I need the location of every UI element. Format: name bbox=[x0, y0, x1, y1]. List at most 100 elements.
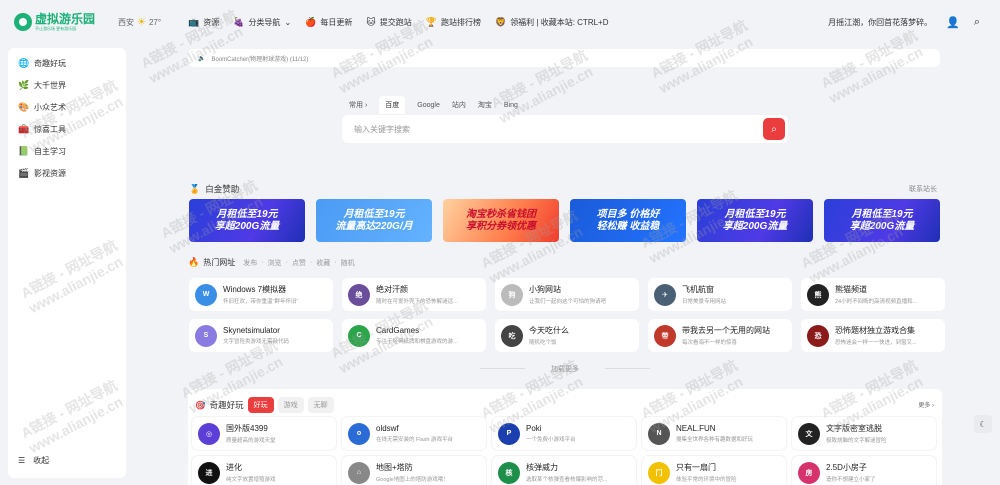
sidebar-item-fun[interactable]: 🌐 奇趣好玩 bbox=[8, 52, 126, 74]
toolbox-icon: 🧰 bbox=[18, 123, 30, 134]
medal-icon: 🏅 bbox=[189, 183, 201, 194]
site-card[interactable]: P Poki 一个免费小游戏平台 bbox=[492, 417, 636, 450]
nav-item-categories[interactable]: 🍇 分类导航 ⌄ bbox=[233, 17, 291, 28]
sponsor-ad-banner[interactable]: 淘宝秒杀省钱团 享积分券领优惠 bbox=[443, 199, 559, 242]
sidebar-item-study[interactable]: 📗 自主学习 bbox=[8, 140, 126, 162]
site-card[interactable]: 房 2.5D小房子 造你不想建立小家了 bbox=[792, 456, 936, 485]
site-logo[interactable]: 虚拟游乐园 不止游乐场 更有游乐园 bbox=[14, 12, 114, 32]
site-avatar-icon: 狗 bbox=[501, 283, 523, 306]
tab-common[interactable]: 常用 › bbox=[349, 100, 367, 110]
site-name: 带我去另一个无用的网站 bbox=[682, 326, 770, 335]
notice-bar[interactable]: 🔈 BoomCatcher(物理射球游戏) (11/12) bbox=[188, 49, 940, 67]
site-card[interactable]: ◎ 国外版4399 质量超高的游戏天堂 bbox=[192, 417, 336, 450]
cat-icon: 🐱 bbox=[366, 16, 376, 27]
tab-baidu[interactable]: 百度 bbox=[379, 96, 406, 114]
target-icon: 🎯 bbox=[195, 399, 206, 410]
site-card[interactable]: 恐恐怖题材独立游戏合集 恐怖迷会一样一一快进，到窗又... bbox=[801, 319, 945, 352]
tab-fun-game[interactable]: 游戏 bbox=[277, 397, 304, 413]
sponsor-ad-banner[interactable]: 月租低至19元 享超200G流量 bbox=[824, 199, 940, 242]
sponsor-ad-banner[interactable]: 项目多 价格好 轻松赚 收益稳 bbox=[570, 199, 686, 242]
site-card[interactable]: S Skynetsimulator 文字冒险类游戏无需敲代码 bbox=[189, 319, 333, 352]
site-card[interactable]: 文文字版密室逃脱 极致烧脑的文字解谜冒险 bbox=[792, 417, 936, 450]
nav-item-resources[interactable]: 📺 资源 bbox=[188, 17, 219, 28]
tab-taobao[interactable]: 淘宝 bbox=[478, 100, 492, 110]
ad-line2: 享积分券领优惠 bbox=[466, 220, 536, 232]
site-name: oldswf bbox=[376, 424, 399, 433]
sponsor-ad-banner[interactable]: 月租低至19元 享超200G流量 bbox=[697, 199, 813, 242]
site-card[interactable]: o oldswf 在线无需安装的 Flash 游戏平台 bbox=[342, 417, 486, 450]
fun-more-link[interactable]: 更多 › bbox=[918, 400, 934, 409]
filter-views[interactable]: 浏览 bbox=[268, 258, 282, 268]
top-header: 虚拟游乐园 不止游乐场 更有游乐园 西安 ☀ 27° 📺 资源 🍇 分类导航 ⌄ 🍎 每… bbox=[0, 0, 1000, 44]
search-submit-button[interactable]: ⌕ bbox=[763, 118, 785, 140]
site-card[interactable]: N NEAL.FUN 搜集全世界各种有趣数据和好玩 bbox=[642, 417, 786, 450]
sidebar-item-world[interactable]: 🌿 大千世界 bbox=[8, 74, 126, 96]
sponsor-ad-banner[interactable]: 月租低至19元 享超200G流量 bbox=[189, 199, 305, 242]
lion-icon: 🦁 bbox=[494, 16, 507, 27]
site-name: 熊猫频道 bbox=[835, 285, 867, 294]
site-card[interactable]: 门只有一扇门 体验平常的环境中的冒险 bbox=[642, 456, 786, 485]
site-avatar-icon: 带 bbox=[654, 324, 676, 347]
site-name: 国外版4399 bbox=[226, 424, 268, 433]
site-name: CardGames bbox=[376, 326, 420, 335]
weather-widget[interactable]: 西安 ☀ 27° bbox=[118, 17, 168, 28]
search-icon[interactable]: ⌕ bbox=[974, 16, 980, 29]
site-name: 文字版密室逃脱 bbox=[826, 424, 882, 433]
site-avatar-icon: ⌂ bbox=[348, 461, 370, 484]
sponsor-title: 🏅 白金赞助 bbox=[189, 183, 240, 195]
search-input[interactable]: 输入关键字搜索 ⌕ bbox=[342, 115, 788, 143]
sidebar-item-art[interactable]: 🎨 小众艺术 bbox=[8, 96, 126, 118]
site-card[interactable]: 狗小狗网站 让我们一起向这个可怕的狗请吧 bbox=[495, 278, 639, 311]
site-avatar-icon: 进 bbox=[198, 461, 220, 484]
site-card[interactable]: 绝绝对汗颜 随时在可爱外壳下的恐怖解谜远... bbox=[342, 278, 486, 311]
site-avatar-icon: 恐 bbox=[807, 324, 829, 347]
flame-icon: 🔥 bbox=[188, 257, 200, 267]
fun-panel: 🎯 奇趣好玩 好玩 游戏 无聊 更多 › ◎ 国外版4399 质量超高的游戏天堂 o o… bbox=[188, 389, 942, 485]
moon-icon: ☾ bbox=[979, 419, 987, 429]
load-more-button[interactable]: 加载更多 bbox=[480, 364, 650, 374]
site-name: 只有一扇门 bbox=[676, 463, 716, 472]
nav-item-submit[interactable]: 🐱 提交跑站 bbox=[366, 17, 411, 28]
chevron-right-icon: › bbox=[364, 102, 368, 109]
filter-favorites[interactable]: 收藏 bbox=[316, 258, 330, 268]
site-card[interactable]: 核核弹威力 选取某个核弹查看核爆影响的范... bbox=[492, 456, 636, 485]
site-name: 绝对汗颜 bbox=[376, 285, 408, 294]
site-name: 地图+塔防 bbox=[376, 463, 413, 472]
site-card[interactable]: W Windows 7模拟器 怀旧狂欢，带你重温"群年怀旧" bbox=[189, 278, 333, 311]
site-desc: 怀旧狂欢，带你重温"群年怀旧" bbox=[223, 299, 299, 305]
site-avatar-icon: 熊 bbox=[807, 283, 829, 306]
apple-icon: 🍎 bbox=[305, 16, 317, 27]
site-avatar-icon: P bbox=[498, 422, 520, 445]
site-desc: 24小时不间断的高清视频直播和... bbox=[835, 299, 918, 305]
site-card[interactable]: C CardGames 专注于经典纸牌和棋盘游戏的游... bbox=[342, 319, 486, 352]
site-card[interactable]: 熊熊猫频道 24小时不间断的高清视频直播和... bbox=[801, 278, 945, 311]
site-desc: 随时在可爱外壳下的恐怖解谜远... bbox=[376, 299, 458, 305]
tab-bing[interactable]: Bing bbox=[504, 102, 518, 109]
sponsor-ads: 月租低至19元 享超200G流量 月租低至19元 流量高达220G/月 淘宝秒杀省钱团享… bbox=[189, 199, 940, 242]
nav-item-ranking[interactable]: 🏆 跑站排行榜 bbox=[426, 17, 481, 28]
tab-fun-play[interactable]: 好玩 bbox=[247, 397, 274, 413]
site-card[interactable]: 吃今天吃什么 随机吃个饭 bbox=[495, 319, 639, 352]
nav-item-welfare[interactable]: 🦁 领福利 | 收藏本站: CTRL+D bbox=[495, 17, 609, 28]
site-avatar-icon: N bbox=[648, 422, 670, 445]
site-card[interactable]: 进进化 纯文字放置增殖游戏 bbox=[192, 456, 336, 485]
contact-admin-link[interactable]: 联系站长 bbox=[909, 184, 937, 194]
tab-site[interactable]: 站内 bbox=[452, 100, 466, 110]
filter-random[interactable]: 随机 bbox=[341, 258, 355, 268]
site-name: 核弹威力 bbox=[526, 463, 558, 472]
sidebar-collapse-button[interactable]: ☰ 收起 bbox=[18, 455, 49, 466]
nav-item-daily[interactable]: 🍎 每日更新 bbox=[305, 17, 352, 28]
tab-fun-bored[interactable]: 无聊 bbox=[307, 397, 334, 413]
site-card[interactable]: 带带我去另一个无用的网站 每次看海不一样的惊喜 bbox=[648, 319, 792, 352]
theme-toggle-button[interactable]: ☾ bbox=[974, 415, 992, 433]
tab-google[interactable]: Google bbox=[417, 102, 440, 109]
sidebar-item-tools[interactable]: 🧰 惊喜工具 bbox=[8, 118, 126, 140]
filter-publish[interactable]: 发布 bbox=[243, 258, 257, 268]
menu-icon: ☰ bbox=[18, 456, 26, 465]
user-icon[interactable]: 👤 bbox=[946, 16, 960, 29]
sidebar-item-video[interactable]: 🎬 影视资源 bbox=[8, 162, 126, 184]
filter-likes[interactable]: 点赞 bbox=[292, 258, 306, 268]
site-card[interactable]: ✈ 飞机航窗 日常美景专用网站 bbox=[648, 278, 792, 311]
site-card[interactable]: ⌂ 地图+塔防 Google地图上的塔防游戏哦！ bbox=[342, 456, 486, 485]
sponsor-ad-banner[interactable]: 月租低至19元 流量高达220G/月 bbox=[316, 199, 432, 242]
